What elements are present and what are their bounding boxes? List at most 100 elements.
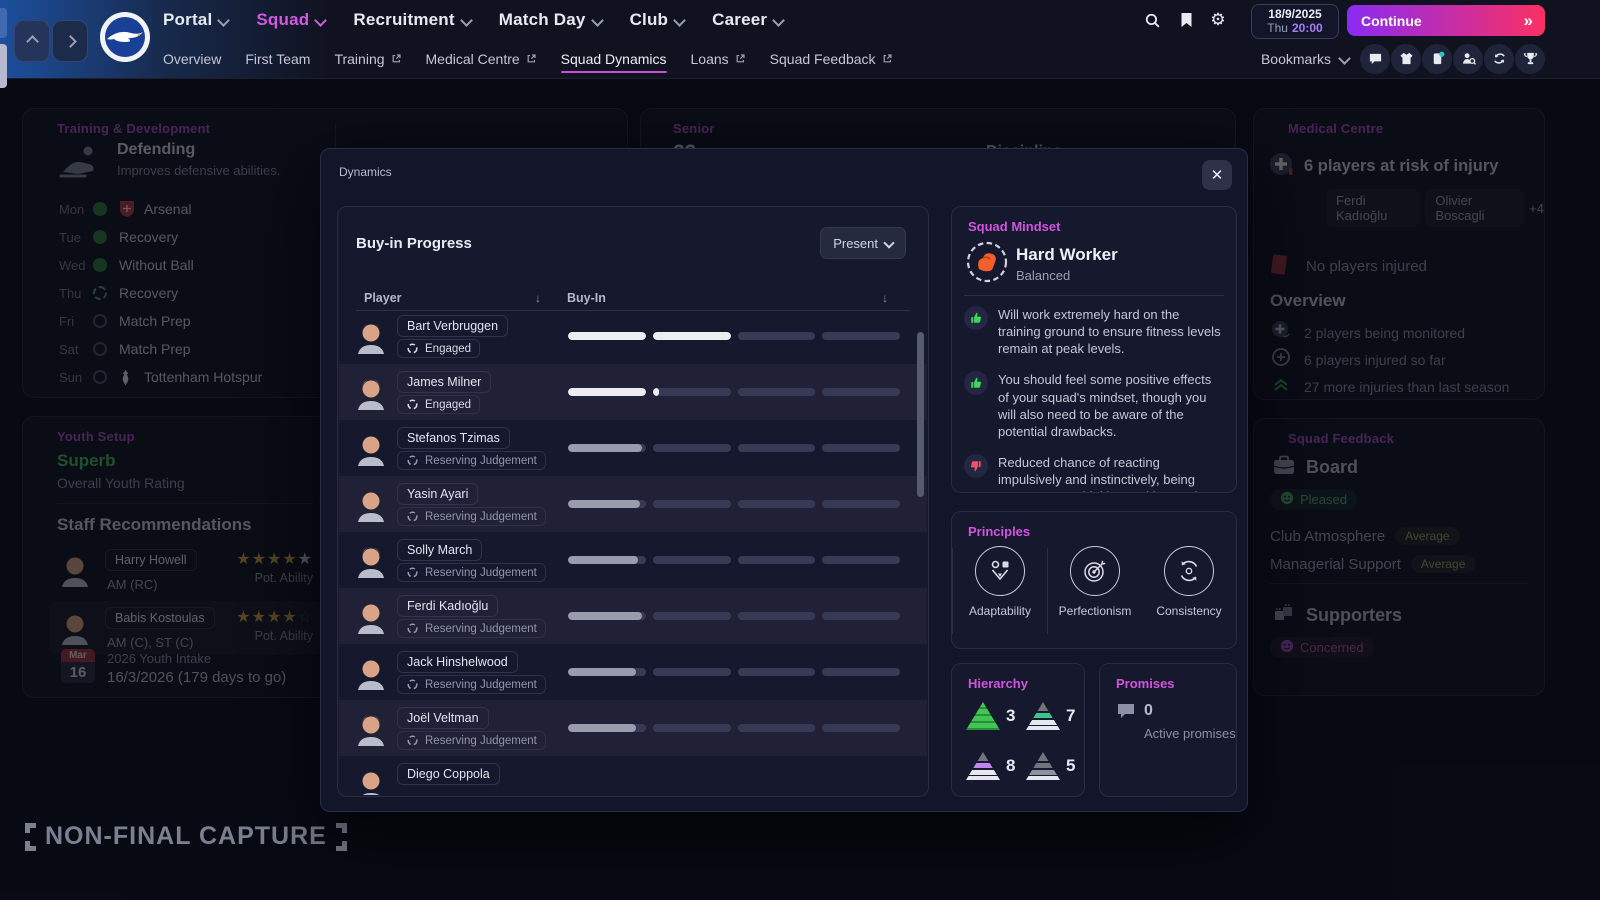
watermark-text: NON-FINAL CAPTURE: [45, 822, 327, 851]
search-icon[interactable]: [1143, 11, 1161, 29]
progress-segment: [738, 444, 816, 452]
watermark-bracket-left: [25, 823, 36, 851]
player-name-pill: Diego Coppola: [397, 763, 500, 785]
progress-segment: [822, 332, 900, 340]
timeframe-value: Present: [833, 236, 878, 251]
player-row[interactable]: Joël Veltman Reserving Judgement: [339, 700, 927, 756]
bookmarks-dropdown[interactable]: Bookmarks: [1261, 51, 1331, 67]
scrollbar-thumb[interactable]: [917, 332, 924, 497]
shirt-icon[interactable]: [1391, 44, 1421, 74]
chevron-left-icon: [26, 35, 39, 48]
player-row[interactable]: Yasin Ayari Reserving Judgement: [339, 476, 927, 532]
continue-label: Continue: [1361, 13, 1422, 29]
watermark-bracket-right: [336, 823, 347, 851]
mindset-name: Hard Worker: [1016, 245, 1118, 265]
thumb-down-icon: [964, 454, 988, 478]
status-badge: Reserving Judgement: [397, 507, 546, 526]
player-row[interactable]: Stefanos Tzimas Reserving Judgement: [339, 420, 927, 476]
main-nav-item-portal[interactable]: Portal: [163, 10, 228, 30]
bookmark-icon[interactable]: [1177, 11, 1195, 29]
player-name-pill: Solly March: [397, 539, 482, 561]
buyin-progress-bar: [568, 612, 900, 620]
hierarchy-count: 7: [1066, 706, 1075, 726]
timeframe-dropdown[interactable]: Present: [820, 227, 906, 259]
dynamics-cycle-icon: [406, 398, 419, 411]
modal-title: Dynamics: [339, 165, 392, 179]
principles-row: Adaptability Perfectionism Consistency: [952, 546, 1236, 634]
player-name-pill: Yasin Ayari: [397, 483, 478, 505]
game-date-display: 18/9/2025 Thu20:00: [1251, 4, 1339, 39]
card-icon[interactable]: [1422, 44, 1452, 74]
col-header-player[interactable]: Player: [364, 291, 402, 305]
sub-nav-item-loans[interactable]: Loans: [691, 40, 746, 77]
progress-segment: [653, 444, 731, 452]
dynamics-cycle-icon: [406, 342, 419, 355]
main-nav-item-career[interactable]: Career: [712, 10, 783, 30]
main-nav-item-recruitment[interactable]: Recruitment: [353, 10, 470, 30]
sub-nav-item-squad-dynamics[interactable]: Squad Dynamics: [561, 40, 667, 77]
principle-item[interactable]: Adaptability: [953, 546, 1047, 634]
player-list: Bart Verbruggen Engaged James Milner Eng…: [339, 308, 927, 795]
player-row[interactable]: James Milner Engaged: [339, 364, 927, 420]
player-row[interactable]: Solly March Reserving Judgement: [339, 532, 927, 588]
gear-icon[interactable]: ⚙: [1209, 11, 1227, 29]
scout-icon[interactable]: [1453, 44, 1483, 74]
club-crest-logo[interactable]: [99, 11, 151, 63]
chat-icon[interactable]: [1360, 44, 1390, 74]
status-badge: Reserving Judgement: [397, 675, 546, 694]
sub-nav-item-overview[interactable]: Overview: [163, 40, 221, 77]
mindset-point: Will work extremely hard on the training…: [952, 299, 1236, 364]
sub-nav-item-medical-centre[interactable]: Medical Centre: [426, 40, 537, 77]
close-icon[interactable]: ✕: [1202, 160, 1232, 190]
left-edge-accent-blue: [0, 8, 7, 38]
principle-item[interactable]: Consistency: [1142, 546, 1236, 634]
sync-icon[interactable]: [1484, 44, 1514, 74]
main-nav-item-squad[interactable]: Squad: [256, 10, 325, 30]
sub-nav-item-first-team[interactable]: First Team: [245, 40, 310, 77]
sub-nav-item-training[interactable]: Training: [334, 40, 401, 77]
mindset-point: Reduced chance of reacting impulsively a…: [952, 447, 1236, 493]
chevron-down-icon[interactable]: [1338, 52, 1351, 65]
progress-segment: [653, 724, 731, 732]
status-badge: Reserving Judgement: [397, 451, 546, 470]
thumb-up-icon: [964, 306, 988, 330]
progress-segment: [653, 668, 731, 676]
buyin-progress-bar: [568, 388, 900, 396]
principles-panel: Principles Adaptability Perfectionism Co…: [951, 511, 1237, 649]
progress-segment: [653, 388, 731, 396]
panel-title: Promises: [1116, 676, 1175, 691]
player-row[interactable]: Diego Coppola: [339, 756, 927, 795]
day-time-value: Thu20:00: [1267, 22, 1322, 36]
watermark: NON-FINAL CAPTURE: [25, 822, 347, 851]
continue-button[interactable]: Continue »: [1347, 5, 1545, 36]
progress-segment: [822, 500, 900, 508]
player-name-pill: Joël Veltman: [397, 707, 489, 729]
principle-item[interactable]: Perfectionism: [1048, 546, 1142, 634]
sort-arrow-player[interactable]: ↓: [535, 291, 541, 305]
progress-segment: [738, 500, 816, 508]
main-nav-item-match-day[interactable]: Match Day: [499, 10, 602, 30]
sort-arrow-buyin[interactable]: ↓: [882, 291, 888, 305]
progress-segment: [568, 332, 646, 340]
mindset-subtitle: Balanced: [1016, 268, 1070, 283]
sub-nav-item-squad-feedback[interactable]: Squad Feedback: [770, 40, 893, 77]
hierarchy-count: 3: [1006, 706, 1015, 726]
trophy-icon[interactable]: [1515, 44, 1545, 74]
col-header-buyin[interactable]: Buy-In: [567, 291, 606, 305]
player-row[interactable]: Jack Hinshelwood Reserving Judgement: [339, 644, 927, 700]
external-link-icon: [526, 53, 537, 64]
history-back-button[interactable]: [14, 20, 50, 62]
progress-segment: [568, 388, 646, 396]
pyramid-icon: [966, 702, 1000, 730]
hierarchy-group: 7: [1026, 702, 1075, 730]
avatar: [353, 710, 389, 751]
player-row[interactable]: Ferdi Kadıoğlu Reserving Judgement: [339, 588, 927, 644]
left-edge-accent-light: [0, 44, 7, 88]
status-badge: Reserving Judgement: [397, 619, 546, 638]
progress-segment: [653, 556, 731, 564]
player-row[interactable]: Bart Verbruggen Engaged: [339, 308, 927, 364]
history-forward-button[interactable]: [52, 20, 88, 62]
chevron-down-icon: [314, 14, 327, 27]
chevron-down-icon: [591, 14, 604, 27]
main-nav-item-club[interactable]: Club: [630, 10, 685, 30]
